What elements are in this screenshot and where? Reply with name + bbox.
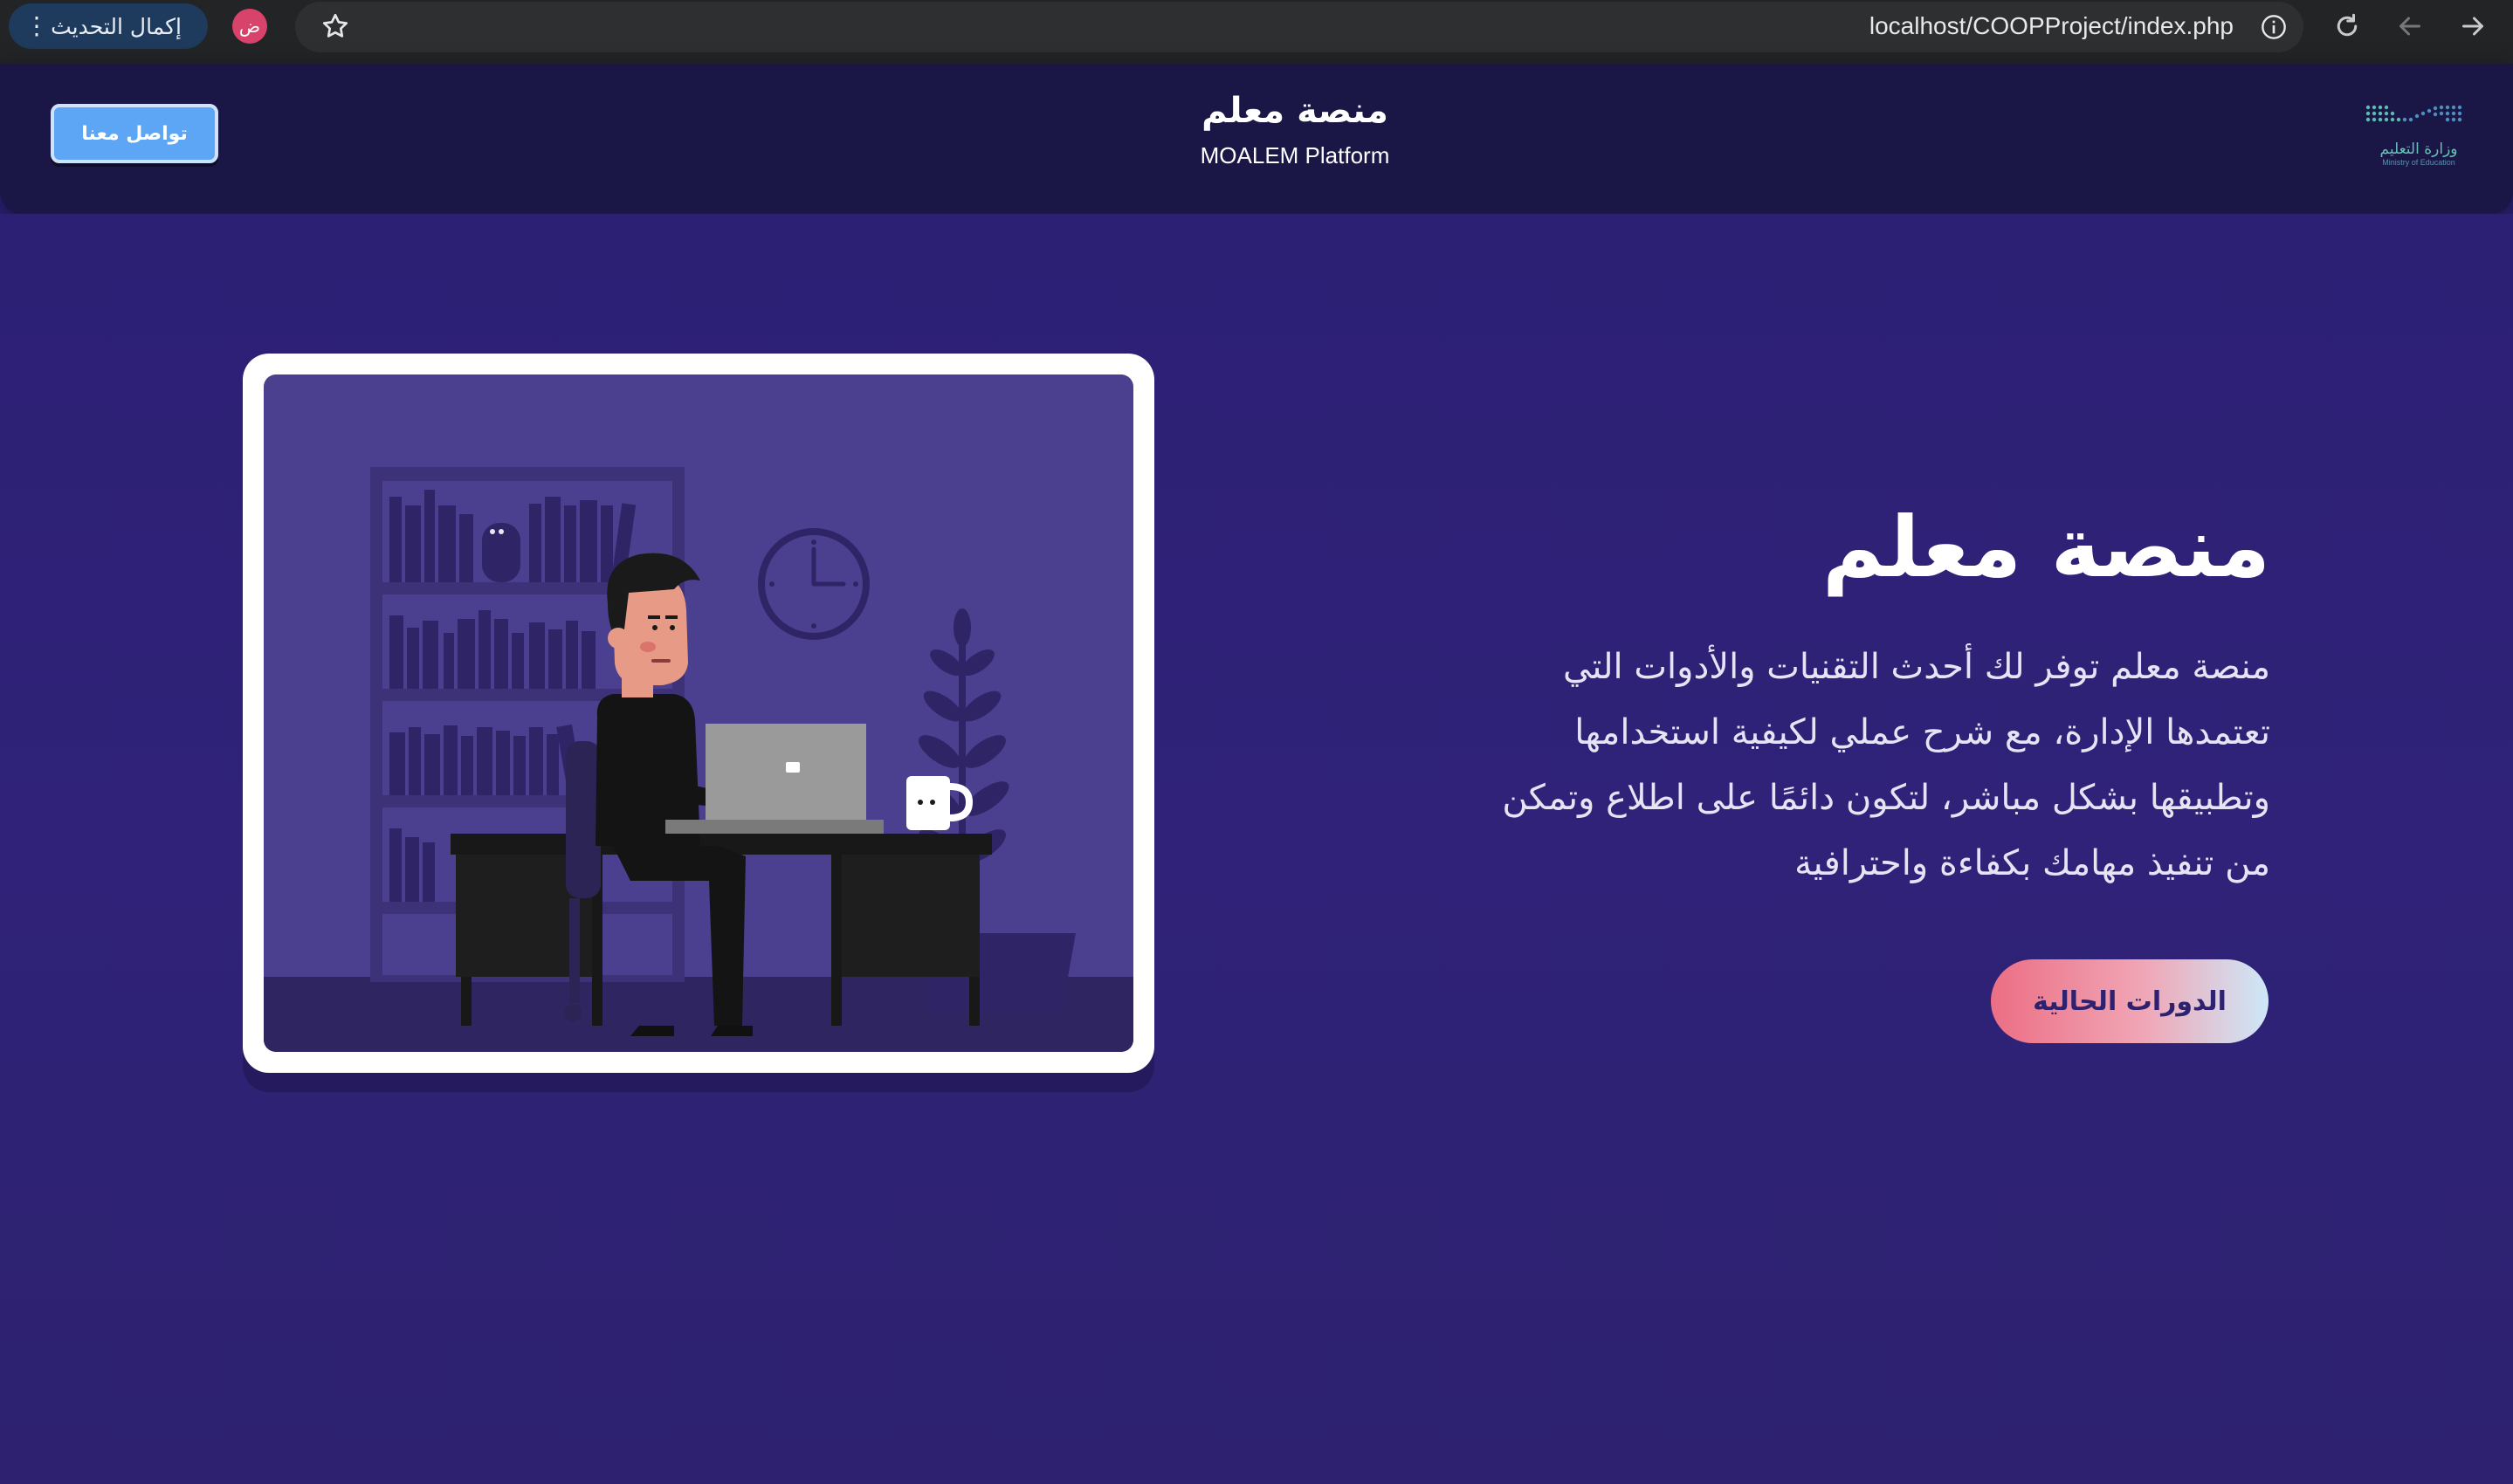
- hero-description: منصة معلم توفر لك أحدث التقنيات والأدوات…: [1502, 647, 2270, 883]
- ministry-logo-mark-icon: [2365, 105, 2462, 122]
- site-header: تواصل معنا منصة معلم MOALEM Platform وزا…: [0, 64, 2513, 214]
- reload-icon[interactable]: [2331, 10, 2363, 42]
- finish-update-button[interactable]: إكمال التحديث ⋮: [9, 3, 208, 49]
- url-text[interactable]: localhost/COOPProject/index.php: [1869, 12, 2234, 40]
- logo-text-arabic: وزارة التعليم: [2379, 141, 2458, 158]
- brand-subtitle: MOALEM Platform: [1200, 142, 1390, 168]
- brand-title: منصة معلم: [1201, 91, 1388, 131]
- brand-block: منصة معلم MOALEM Platform: [1082, 88, 1508, 169]
- forward-arrow-icon[interactable]: [2457, 10, 2489, 42]
- back-arrow-icon[interactable]: [2394, 10, 2426, 42]
- more-vertical-icon[interactable]: ⋮: [24, 14, 49, 38]
- browser-toolbar: إكمال التحديث ⋮ ض localhost/COOPProject/…: [0, 0, 2513, 64]
- hero-title: منصة معلم: [1822, 498, 2270, 596]
- current-courses-button[interactable]: الدورات الحالية: [1991, 959, 2269, 1043]
- logo-text-english: Ministry of Education: [2382, 158, 2455, 167]
- hero-section: منصة معلم منصة معلم توفر لك أحدث التقنيا…: [0, 214, 2513, 1484]
- ministry-of-education-logo[interactable]: وزارة التعليم Ministry of Education: [2358, 97, 2471, 175]
- contact-us-button[interactable]: تواصل معنا: [51, 104, 218, 163]
- site-info-icon[interactable]: [2260, 13, 2288, 41]
- bookmark-star-icon[interactable]: [320, 10, 351, 42]
- profile-avatar[interactable]: ض: [232, 9, 267, 44]
- illustration-card: [243, 354, 1154, 1073]
- finish-update-label: إكمال التحديث: [51, 13, 182, 39]
- teacher-at-desk-illustration: [264, 374, 1133, 1052]
- address-bar[interactable]: localhost/COOPProject/index.php: [295, 2, 2303, 52]
